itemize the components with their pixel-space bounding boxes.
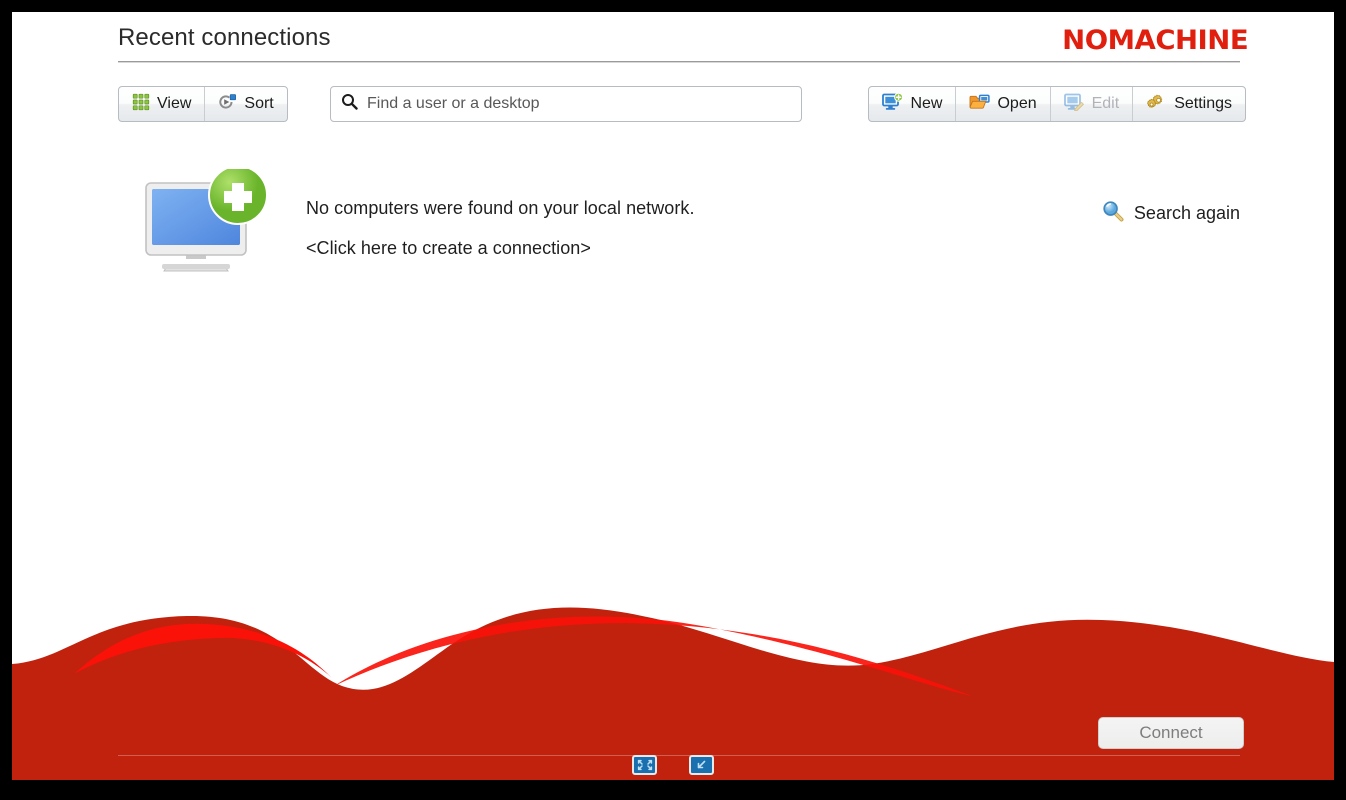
toolbar: View Sort Find a user or a desktop New O… [12,86,1334,126]
sort-button[interactable]: Sort [205,87,286,121]
search-input[interactable] [367,95,791,113]
search-again-button[interactable]: Search again [1102,200,1240,227]
page-title: Recent connections [118,24,331,51]
no-computers-message: No computers were found on your local ne… [306,198,695,218]
header-divider [118,61,1240,63]
settings-button[interactable]: Settings [1133,87,1245,121]
edit-button-label: Edit [1091,95,1120,112]
create-connection-link[interactable]: <Click here to create a connection> [306,238,695,259]
monitor-add-icon [142,165,272,278]
new-connection-icon [882,92,904,116]
empty-state-text: No computers were found on your local ne… [306,198,695,278]
magnifier-icon [1102,200,1124,227]
edit-icon [1063,93,1085,116]
grid-icon [132,93,150,116]
open-button-label: Open [997,95,1037,112]
sort-button-label: Sort [244,95,274,112]
window-controls [632,755,714,775]
new-button[interactable]: New [869,87,957,121]
sort-icon [218,93,237,116]
action-button-group: New Open Edit Settings [868,86,1246,122]
edit-button: Edit [1051,87,1134,121]
view-button-label: View [157,95,192,112]
view-button[interactable]: View [119,87,206,121]
nomachine-window: Recent connections NOMACHINE View Sort F… [12,12,1334,780]
fullscreen-icon[interactable] [632,755,657,775]
search-field[interactable] [330,86,802,122]
gears-icon [1146,93,1167,116]
restore-window-icon[interactable] [689,755,714,775]
settings-button-label: Settings [1174,95,1232,112]
open-button[interactable]: Open [956,87,1051,121]
view-sort-button-group: View Sort [118,86,288,122]
connect-button[interactable]: Connect [1098,717,1244,749]
nomachine-logo: NOMACHINE [1061,25,1248,56]
search-again-label: Search again [1133,203,1240,223]
window-header: Recent connections NOMACHINE [12,12,1334,68]
search-icon [341,93,358,115]
footer-wave-decoration: Connect [12,600,1334,780]
wave-graphic [12,607,1334,780]
new-button-label: New [910,95,943,112]
folder-open-icon [969,93,991,116]
